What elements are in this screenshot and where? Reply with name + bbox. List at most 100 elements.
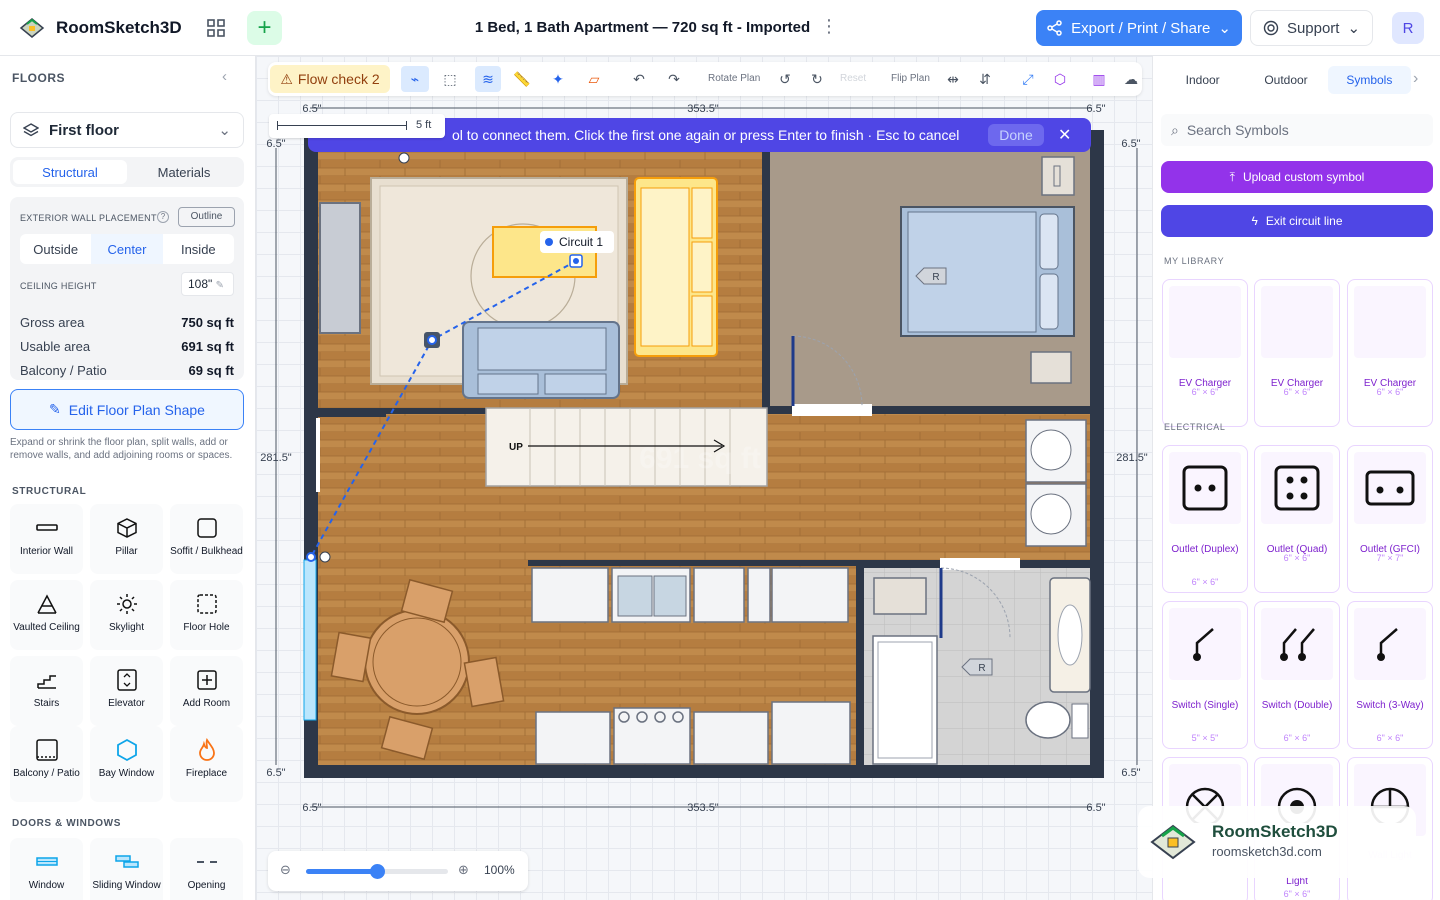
exit-circuit-line-button[interactable]: ϟ Exit circuit line [1161, 205, 1433, 237]
watermark-url: roomsketch3d.com [1212, 844, 1322, 859]
collapse-panel-icon[interactable]: ‹ [222, 68, 227, 85]
chevron-right-icon[interactable]: › [1413, 70, 1418, 88]
tool-add-room[interactable]: Add Room [170, 656, 243, 726]
more-options-icon[interactable]: ⋮ [820, 16, 838, 40]
symbol-card[interactable]: EV Charger 6" × 6" [1347, 279, 1433, 427]
kitchen-cabinet[interactable] [531, 567, 609, 623]
placement-inside[interactable]: Inside [163, 234, 234, 264]
symbol-search[interactable]: ⌕ Search Symbols [1161, 114, 1433, 146]
tab-indoor[interactable]: Indoor [1161, 66, 1244, 94]
tool-vaulted-ceiling[interactable]: Vaulted Ceiling [10, 580, 83, 650]
symbol-card[interactable]: Outlet (Duplex) 6" × 6" [1162, 445, 1248, 593]
dimension-label: 6.5" [1121, 767, 1140, 779]
symbol-card[interactable]: Outlet (Quad) 6" × 6" [1254, 445, 1340, 593]
tool-interior-wall[interactable]: Interior Wall [10, 504, 83, 574]
symbol-name: Switch (Single) [1171, 700, 1239, 711]
done-button[interactable]: Done [988, 124, 1044, 146]
tool-label: Balcony / Patio [13, 768, 80, 779]
tool-sliding-window[interactable]: Sliding Window [90, 838, 163, 900]
tab-symbols[interactable]: Symbols [1327, 66, 1411, 94]
edit-floor-plan-shape-button[interactable]: ✎ Edit Floor Plan Shape [10, 389, 244, 430]
tool-floor-hole[interactable]: Floor Hole [170, 580, 243, 650]
symbol-size: 6" × 6" [1191, 577, 1219, 587]
support-button[interactable]: Support ⌄ [1250, 10, 1373, 46]
outline-button[interactable]: Outline [178, 207, 235, 227]
stove[interactable] [613, 707, 691, 765]
tool-pillar[interactable]: Pillar [90, 504, 163, 574]
dishwasher[interactable] [693, 567, 745, 623]
stat-value: 691 sq ft [181, 339, 234, 354]
tool-stairs[interactable]: Stairs [10, 656, 83, 726]
flame-icon [198, 738, 215, 761]
grid-icon[interactable] [200, 12, 232, 44]
floor-name: First floor [49, 121, 119, 139]
symbol-card[interactable]: Switch (Double) 6" × 6" [1254, 601, 1340, 749]
window[interactable] [303, 559, 317, 721]
stairs-icon [36, 675, 56, 689]
toilet[interactable] [1025, 701, 1071, 739]
nightstand[interactable] [1030, 351, 1072, 384]
kitchen-cabinet[interactable] [535, 711, 611, 765]
kitchen-cabinet[interactable] [771, 567, 849, 623]
zoom-value: 100% [484, 863, 515, 877]
tool-bay-window[interactable]: Bay Window [90, 726, 163, 802]
zoom-slider[interactable] [306, 864, 448, 879]
tool-label: Sliding Window [92, 880, 161, 891]
tool-opening[interactable]: Opening [170, 838, 243, 900]
tab-materials[interactable]: Materials [127, 160, 241, 184]
console-table[interactable] [319, 202, 361, 334]
floor-plan-drawing[interactable]: 353.5" 353.5" 281.5" 281.5" 6.5" 6.5" 6.… [256, 56, 1152, 900]
stat-label: Usable area [20, 339, 91, 354]
symbol-card[interactable]: Outlet (GFCI) 7" × 7" [1347, 445, 1433, 593]
dining-chair[interactable] [330, 631, 372, 683]
edit-label: Edit Floor Plan Shape [68, 401, 205, 418]
symbol-card[interactable]: EV Charger 6" × 6" [1162, 279, 1248, 427]
refrigerator[interactable] [771, 701, 851, 765]
tool-window[interactable]: Window [10, 838, 83, 900]
tool-elevator[interactable]: Elevator [90, 656, 163, 726]
export-button[interactable]: Export / Print / Share ⌄ [1036, 10, 1242, 46]
vanity[interactable] [873, 577, 927, 615]
symbol-size: 6" × 6" [1283, 889, 1311, 899]
avatar[interactable]: R [1392, 12, 1424, 44]
ceiling-height-input[interactable]: 108" ✎ [181, 272, 234, 296]
tool-fireplace[interactable]: Fireplace [170, 726, 243, 802]
support-label: Support [1286, 19, 1340, 37]
tool-balcony[interactable]: Balcony / Patio [10, 726, 83, 802]
symbol-card[interactable]: Switch (Single) 5" × 5" [1162, 601, 1248, 749]
tool-label: Opening [187, 880, 226, 891]
outlet-duplex-icon [1169, 452, 1241, 524]
placement-center[interactable]: Center [91, 234, 163, 264]
zoom-slider-thumb[interactable] [370, 864, 385, 879]
zoom-in-icon[interactable]: ⊕ [458, 862, 469, 878]
tab-structural[interactable]: Structural [13, 160, 127, 184]
add-button[interactable]: + [247, 11, 282, 45]
symbol-card[interactable]: Switch (3-Way) 6" × 6" [1347, 601, 1433, 749]
tool-soffit[interactable]: Soffit / Bulkhead [170, 504, 243, 574]
tool-label: Elevator [108, 698, 145, 709]
close-icon[interactable]: ✕ [1058, 125, 1071, 145]
left-panel: FLOORS ‹ First floor ⌄ Structural Materi… [0, 56, 256, 900]
tool-label: Pillar [115, 546, 138, 557]
dimension-label: 353.5" [687, 103, 719, 115]
zoom-out-icon[interactable]: ⊖ [280, 862, 291, 878]
nightstand[interactable] [1041, 156, 1075, 196]
document-title[interactable]: 1 Bed, 1 Bath Apartment — 720 sq ft - Im… [450, 19, 835, 36]
doors-windows-heading: DOORS & WINDOWS [12, 818, 121, 829]
floor-plan-canvas[interactable]: ⚠ Flow check 2 ⌁ ⬚ ≋ 📏 ✦ ▱ ↶ ↷ Rotate Pla… [256, 56, 1152, 900]
symbol-card[interactable]: EV Charger 6" × 6" [1254, 279, 1340, 427]
floor-selector[interactable]: First floor ⌄ [10, 112, 244, 148]
vaulted-ceiling-icon [36, 594, 57, 614]
dining-chair[interactable] [463, 656, 505, 708]
kitchen-cabinet[interactable] [693, 711, 769, 765]
help-icon[interactable]: ? [157, 211, 169, 223]
dining-table[interactable] [364, 609, 470, 715]
tab-outdoor[interactable]: Outdoor [1244, 66, 1327, 94]
placement-outside[interactable]: Outside [20, 234, 91, 264]
logo-icon [19, 18, 45, 38]
switch-3-way-icon [1354, 608, 1426, 680]
upload-custom-symbol-button[interactable]: ⤒ Upload custom symbol [1161, 161, 1433, 193]
tool-skylight[interactable]: Skylight [90, 580, 163, 650]
stat-label: Balcony / Patio [20, 363, 107, 378]
scale-bar: 5 ft [269, 114, 445, 138]
